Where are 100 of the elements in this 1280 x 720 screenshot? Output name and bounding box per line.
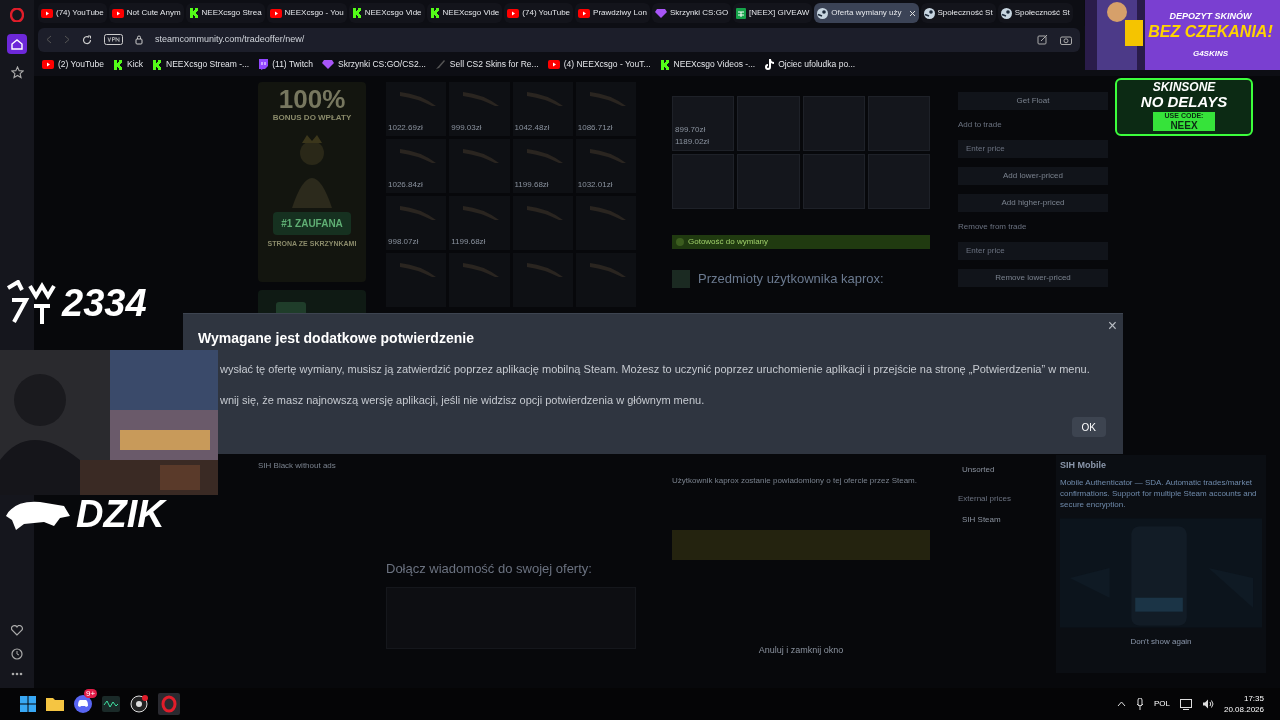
star-icon[interactable] bbox=[10, 66, 24, 79]
close-icon[interactable] bbox=[908, 9, 916, 17]
obs-icon[interactable] bbox=[130, 695, 148, 713]
item-slot[interactable]: 899.70zł 1189.02zł bbox=[672, 96, 735, 151]
browser-tab[interactable]: [NEEX] GIVEAW bbox=[733, 3, 813, 23]
bookmark[interactable]: Sell CS2 Skins for Re... bbox=[434, 58, 539, 71]
discord-icon[interactable] bbox=[74, 695, 92, 713]
browser-tab[interactable]: NEEXcsgo - You bbox=[266, 3, 347, 23]
browser-tab[interactable]: Społeczność St bbox=[997, 3, 1073, 23]
note-icon bbox=[764, 59, 775, 70]
item-price: 1042.48zł bbox=[514, 122, 551, 134]
panel-button[interactable]: Get Float bbox=[958, 92, 1108, 110]
address-bar[interactable]: steamcommunity.com/tradeoffer/new/ bbox=[38, 27, 1080, 52]
back-icon[interactable] bbox=[46, 35, 52, 44]
kick-icon bbox=[188, 8, 199, 18]
item-price: 1199.68zł bbox=[514, 179, 550, 191]
chevron-up-icon[interactable] bbox=[1116, 701, 1126, 707]
ok-button[interactable]: OK bbox=[1071, 417, 1106, 437]
bookmark[interactable]: Kick bbox=[113, 58, 144, 71]
item-slot[interactable]: 1199.68zł bbox=[512, 139, 573, 193]
avatar-icon bbox=[672, 269, 690, 288]
notice-text: Użytkownik kaprox zostanie powiadomiony o tej ofercie przez Steam. bbox=[672, 474, 918, 486]
vpn-icon[interactable] bbox=[104, 34, 123, 45]
browser-tab[interactable]: Społeczność St bbox=[920, 3, 996, 23]
language-indicator[interactable]: POL bbox=[1153, 698, 1170, 710]
section-label: External prices bbox=[958, 493, 1011, 505]
browser-tab[interactable]: (74) YouTube bbox=[504, 3, 574, 23]
reload-icon[interactable] bbox=[82, 34, 92, 45]
waveform-app-icon[interactable] bbox=[102, 696, 120, 712]
ad-banner[interactable]: DEPOZYT SKINÓW BEZ CZEKANIA! G4SKINS bbox=[1085, 0, 1280, 70]
browser-tab[interactable]: Skrzynki CS:GO bbox=[651, 3, 732, 23]
heart-icon[interactable] bbox=[11, 625, 23, 636]
edit-icon[interactable] bbox=[1037, 34, 1048, 45]
network-icon[interactable] bbox=[1179, 698, 1192, 710]
price-field[interactable]: Enter price bbox=[958, 140, 1108, 158]
more-icon[interactable] bbox=[11, 672, 23, 676]
microphone-icon[interactable] bbox=[1135, 698, 1144, 710]
dismiss-link[interactable]: Don't show again bbox=[1060, 635, 1262, 648]
kick-icon bbox=[152, 59, 163, 70]
partner-heading: Przedmioty użytkownika kaprox: bbox=[698, 270, 884, 288]
youtube-icon bbox=[42, 60, 54, 69]
browser-tab[interactable]: NEEXcsgo Vide bbox=[426, 3, 503, 23]
browser-tab[interactable]: Prawdziwy Lon bbox=[575, 3, 650, 23]
item-slot[interactable]: 999.03zł bbox=[449, 82, 510, 136]
section-label: Remove from trade bbox=[958, 221, 1027, 233]
browser-tab[interactable]: NEEXcsgo Strea bbox=[185, 3, 265, 23]
lock-icon bbox=[135, 34, 143, 45]
youtube-icon bbox=[111, 8, 124, 18]
panel-button[interactable]: Add lower-priced bbox=[958, 167, 1108, 185]
price-field[interactable]: Enter price bbox=[958, 242, 1108, 260]
bookmark[interactable]: (2) YouTube bbox=[42, 58, 104, 71]
card-title: SIH Mobile bbox=[1060, 459, 1107, 472]
bookmark[interactable]: NEEXcsgo Stream -... bbox=[152, 58, 250, 71]
folder-icon[interactable] bbox=[46, 697, 64, 711]
panel-button[interactable]: Add higher-priced bbox=[958, 194, 1108, 212]
item-slot[interactable]: 1199.68zł bbox=[449, 196, 510, 250]
forward-icon[interactable] bbox=[64, 35, 70, 44]
message-heading: Dołącz wiadomość do swojej oferty: bbox=[386, 560, 593, 578]
twitch-icon bbox=[258, 59, 269, 70]
opera-icon[interactable] bbox=[158, 693, 180, 715]
item-price: 1199.68zł bbox=[451, 236, 487, 248]
item-slot[interactable]: 1022.69zł bbox=[386, 82, 447, 136]
item-slot[interactable]: 998.07zł bbox=[386, 196, 447, 250]
item-slot[interactable]: 1026.84zł bbox=[386, 139, 447, 193]
gem-icon bbox=[654, 8, 667, 18]
promo-subline: BONUS DO WPŁATY bbox=[272, 112, 352, 124]
item-slot[interactable]: 1032.01zł bbox=[575, 139, 636, 193]
history-icon[interactable] bbox=[11, 648, 23, 660]
windows-start-icon[interactable] bbox=[20, 696, 36, 712]
plan-label: SIH Black without ads bbox=[258, 460, 337, 472]
youtube-icon bbox=[547, 60, 560, 69]
ready-toggle[interactable]: Gotowość do wymiany bbox=[672, 235, 930, 249]
browser-tab[interactable]: NEEXcsgo Vide bbox=[348, 3, 425, 23]
bookmark[interactable]: Ojciec ufoludka po... bbox=[764, 58, 856, 71]
close-button[interactable]: × bbox=[1107, 318, 1117, 334]
bookmark[interactable]: NEEXcsgo Videos -... bbox=[659, 58, 756, 71]
kick-icon bbox=[351, 8, 362, 18]
steam-icon bbox=[923, 7, 935, 19]
ad-brand: G4SKINS bbox=[1192, 47, 1229, 60]
ad-brand: SKINSONE bbox=[1152, 80, 1216, 94]
volume-icon[interactable] bbox=[1201, 699, 1214, 709]
panel-button[interactable]: Remove lower-priced bbox=[958, 269, 1108, 287]
camera-icon[interactable] bbox=[1060, 34, 1072, 45]
item-slot[interactable]: 1042.48zł bbox=[512, 82, 573, 136]
bookmark[interactable]: (4) NEEXcsgo - YouT... bbox=[547, 58, 651, 71]
price-source-option[interactable]: SIH Steam bbox=[958, 514, 1005, 526]
cancel-link[interactable]: Anuluj i zamknij okno bbox=[672, 643, 930, 657]
stream-logo-text: DZIK bbox=[76, 495, 165, 533]
opera-logo-icon[interactable] bbox=[10, 8, 24, 22]
browser-tab[interactable]: (74) YouTube bbox=[38, 3, 107, 23]
browser-tab[interactable]: Oferta wymiany uży bbox=[814, 3, 919, 23]
home-icon[interactable] bbox=[7, 34, 27, 54]
browser-tab[interactable]: Not Cute Anym bbox=[108, 3, 184, 23]
item-slot[interactable]: 1086.71zł bbox=[575, 82, 636, 136]
clock[interactable]: 17:35 20.08.2026 bbox=[1223, 693, 1264, 715]
bookmark[interactable]: (11) Twitch bbox=[258, 58, 313, 71]
bookmark[interactable]: Skrzynki CS:GO/CS2... bbox=[322, 58, 426, 71]
ready-checkbox[interactable] bbox=[676, 238, 684, 246]
youtube-icon bbox=[578, 8, 591, 18]
sort-option[interactable]: Unsorted bbox=[958, 464, 999, 476]
